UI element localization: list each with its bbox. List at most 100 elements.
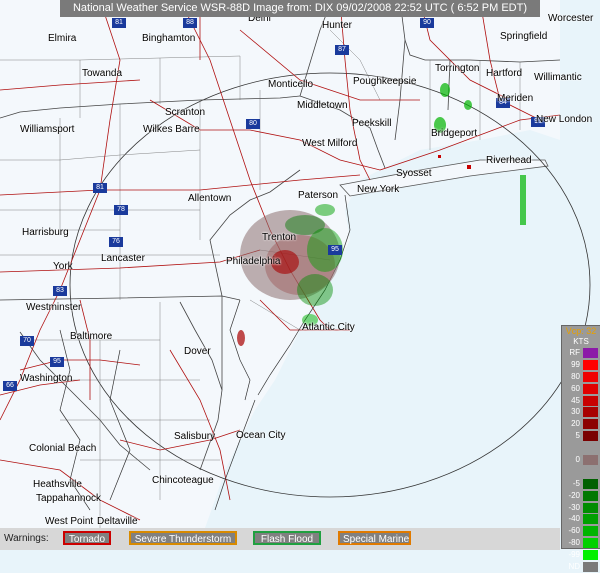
warnings-label: Warnings: xyxy=(4,533,49,544)
legend-row: -30 xyxy=(562,502,600,514)
highway-shield-number: 90 xyxy=(423,19,431,26)
legend-swatch xyxy=(583,431,598,442)
legend-swatch xyxy=(583,466,598,477)
city-label: Elmira xyxy=(48,33,77,44)
legend-value: -5 xyxy=(572,478,580,488)
city-label: Worcester xyxy=(548,13,594,24)
legend-value: 99 xyxy=(571,359,580,369)
city-label: Bridgeport xyxy=(431,128,478,139)
highway-shield-number: 88 xyxy=(186,19,194,26)
legend-value: 5 xyxy=(575,431,580,441)
city-label: Hunter xyxy=(322,20,353,31)
legend-row: -60 xyxy=(562,525,600,537)
city-label: Trenton xyxy=(262,232,297,243)
warning-severe-thunderstorm-button[interactable]: Severe Thunderstorm xyxy=(129,531,237,545)
highway-shield-number: 80 xyxy=(249,120,257,127)
highway-shield-number: 95 xyxy=(331,246,339,253)
city-label: New York xyxy=(357,184,400,195)
city-label: Syosset xyxy=(396,168,432,179)
city-label: Chincoteague xyxy=(152,475,214,486)
legend-row: -40 xyxy=(562,513,600,525)
city-label: Dover xyxy=(184,346,211,357)
legend-row: 20 xyxy=(562,418,600,430)
legend-swatch xyxy=(583,526,598,537)
legend-swatch xyxy=(583,538,598,549)
city-label: Peekskill xyxy=(352,118,392,129)
legend-row: 30 xyxy=(562,406,600,418)
city-label: Salisbury xyxy=(174,431,216,442)
warning-special-marine-button[interactable]: Special Marine xyxy=(338,531,411,545)
highway-shield-number: 95 xyxy=(53,358,61,365)
legend-row: 80 xyxy=(562,371,600,383)
legend-row: -5 xyxy=(562,478,600,490)
highway-shield-number: 66 xyxy=(6,382,14,389)
legend-value: -99 xyxy=(568,550,580,560)
legend-row: RF xyxy=(562,347,600,359)
legend-swatch xyxy=(583,443,598,454)
highway-shield-number: 83 xyxy=(56,287,64,294)
legend-swatch xyxy=(583,550,598,561)
city-label: Ocean City xyxy=(236,430,286,441)
legend-vcp: Vcp: 32 xyxy=(565,326,597,336)
legend-swatch xyxy=(583,395,598,406)
city-label: Towanda xyxy=(82,68,123,79)
highway-shield-number: 81 xyxy=(115,19,123,26)
legend-swatch xyxy=(583,419,598,430)
legend-value: -80 xyxy=(568,538,580,548)
legend-row xyxy=(562,466,600,478)
legend-value: -60 xyxy=(568,526,580,536)
city-label: Willimantic xyxy=(534,72,582,83)
legend-value: -30 xyxy=(568,502,580,512)
legend-swatch xyxy=(583,562,598,573)
warnings-bar: Warnings: Tornado Severe Thunderstorm Flas… xyxy=(0,528,560,550)
city-label: Riverhead xyxy=(486,155,532,166)
legend-row: 5 xyxy=(562,430,600,442)
legend-value: 60 xyxy=(571,383,580,393)
legend-row: 45 xyxy=(562,395,600,407)
city-label: Middletown xyxy=(297,100,348,111)
city-label: Paterson xyxy=(298,190,339,201)
legend-row: -80 xyxy=(562,537,600,549)
city-label: Westminster xyxy=(26,302,82,313)
legend-row xyxy=(562,442,600,454)
city-label: West Milford xyxy=(302,138,358,149)
legend-swatch xyxy=(583,371,598,382)
city-label: Meriden xyxy=(497,93,534,104)
city-label: Scranton xyxy=(165,107,206,118)
legend-row: 60 xyxy=(562,383,600,395)
legend-unit: KTS xyxy=(573,337,589,346)
legend-value: 30 xyxy=(571,407,580,417)
city-label: Binghamton xyxy=(142,33,196,44)
city-label: New London xyxy=(536,114,593,125)
city-label: Poughkeepsie xyxy=(353,76,417,87)
legend-value: 0 xyxy=(575,455,580,465)
velocity-legend: Vcp: 32 KTS RF 99 80 60 45 30 20 5 0 -5 -20 -30 -40 -… xyxy=(561,325,600,573)
radar-map: 88 81 87 90 84 91 95 80 81 78 76 83 70 95 66 Elmira Bin… xyxy=(0,0,600,550)
legend-swatch xyxy=(583,502,598,513)
warning-flash-flood-button[interactable]: Flash Flood xyxy=(253,531,321,545)
legend-value: -40 xyxy=(568,514,580,524)
city-label: Philadelphia xyxy=(226,256,281,267)
city-label: Deltaville xyxy=(97,516,138,527)
legend-value: 80 xyxy=(571,371,580,381)
legend-row: -20 xyxy=(562,490,600,502)
legend-swatch xyxy=(583,359,598,370)
highway-shield-number: 76 xyxy=(112,238,120,245)
legend-value: 20 xyxy=(571,419,580,429)
highway-shield-number: 78 xyxy=(117,206,125,213)
legend-row: ND xyxy=(562,561,600,573)
city-label: Tappahannock xyxy=(36,493,102,504)
city-label: Harrisburg xyxy=(22,227,69,238)
city-label: Lancaster xyxy=(101,253,145,264)
legend-row: 99 xyxy=(562,359,600,371)
city-label: Colonial Beach xyxy=(29,443,97,454)
city-label: West Point xyxy=(45,516,94,527)
highway-shield-number: 87 xyxy=(338,46,346,53)
city-label: Heathsville xyxy=(33,479,82,490)
legend-value: 45 xyxy=(571,395,580,405)
legend-value: RF xyxy=(569,348,580,357)
legend-value: ND xyxy=(568,562,580,572)
city-label: Washington xyxy=(20,373,73,384)
warning-tornado-button[interactable]: Tornado xyxy=(63,531,111,545)
highway-shield-number: 81 xyxy=(96,184,104,191)
